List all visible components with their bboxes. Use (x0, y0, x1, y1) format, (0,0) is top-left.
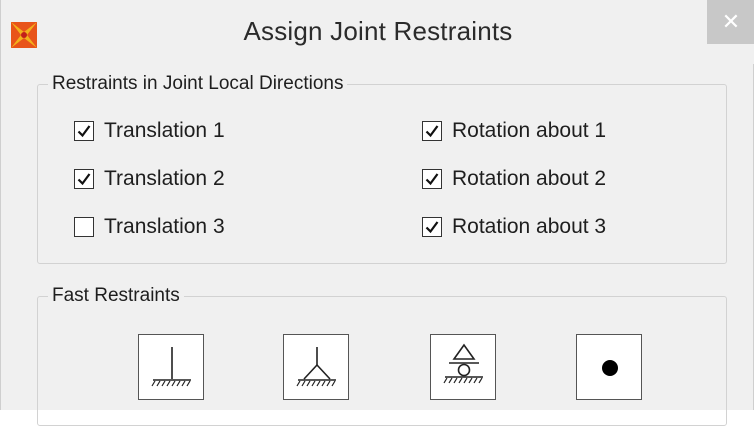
checkbox-box[interactable] (422, 217, 442, 237)
checkbox-box[interactable] (422, 121, 442, 141)
fixed-support-icon (151, 347, 191, 387)
rotation-about-1-checkbox[interactable]: Rotation about 1 (422, 117, 606, 145)
free-joint-icon (602, 360, 618, 376)
pinned-support-button[interactable] (283, 334, 349, 400)
checkbox-label: Rotation about 3 (452, 215, 607, 238)
fast-restraints-group: Fast Restraints (37, 284, 727, 426)
free-joint-button[interactable] (576, 334, 642, 400)
fixed-support-button[interactable] (138, 334, 204, 400)
rotation-about-3-checkbox[interactable]: Rotation about 3 (422, 213, 606, 241)
translation-2-checkbox[interactable]: Translation 2 (74, 165, 225, 193)
checkbox-box[interactable] (74, 169, 94, 189)
checkbox-label: Rotation about 1 (452, 119, 607, 142)
local-directions-group: Restraints in Joint Local Directions Tra… (37, 72, 727, 264)
translation-1-checkbox[interactable]: Translation 1 (74, 117, 225, 145)
pinned-support-icon (296, 347, 336, 387)
checkbox-box[interactable] (74, 121, 94, 141)
checkmark-icon (425, 221, 439, 234)
roller-support-icon (443, 343, 483, 384)
checkbox-label: Translation 3 (104, 215, 225, 238)
checkbox-label: Translation 1 (104, 119, 225, 142)
title-bar: Assign Joint Restraints ✕ (1, 0, 754, 64)
close-button[interactable]: ✕ (707, 0, 754, 44)
checkbox-label: Rotation about 2 (452, 167, 607, 190)
checkmark-icon (77, 125, 91, 138)
roller-support-button[interactable] (430, 334, 496, 400)
checkmark-icon (425, 173, 439, 186)
window-title: Assign Joint Restraints (243, 16, 513, 46)
close-icon: ✕ (721, 9, 741, 34)
checkbox-box[interactable] (74, 217, 94, 237)
checkmark-icon (425, 125, 439, 138)
assign-joint-restraints-dialog: Assign Joint Restraints ✕ Restraints in … (0, 0, 754, 426)
fast-restraints-label: Fast Restraints (48, 284, 184, 308)
checkbox-label: Translation 2 (104, 167, 225, 190)
checkmark-icon (77, 173, 91, 186)
rotation-about-2-checkbox[interactable]: Rotation about 2 (422, 165, 606, 193)
translation-3-checkbox[interactable]: Translation 3 (74, 213, 225, 241)
local-directions-label: Restraints in Joint Local Directions (48, 72, 348, 96)
checkbox-box[interactable] (422, 169, 442, 189)
